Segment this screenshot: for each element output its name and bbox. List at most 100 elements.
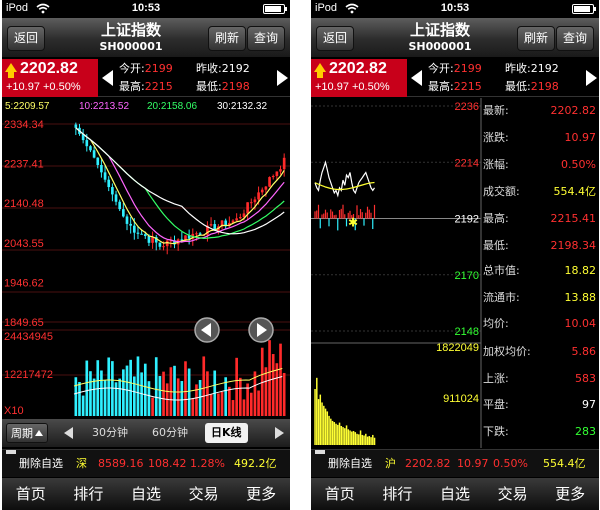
pan-right-icon[interactable] [248, 317, 274, 343]
tab-trade[interactable]: 交易 [175, 478, 233, 510]
volume-bar [365, 433, 367, 445]
volume-bar [103, 380, 107, 416]
volume-bar [352, 431, 355, 445]
page-title: 上证指数 [409, 21, 470, 39]
volume-bar [326, 411, 329, 445]
candle-body [195, 233, 198, 235]
tab-watchlist[interactable]: 自选 [117, 478, 175, 510]
tab-home[interactable]: 首页 [2, 478, 60, 510]
tab-more[interactable]: 更多 [541, 478, 599, 510]
detail-row: 涨幅: 0.50% [483, 158, 596, 171]
minus-icon[interactable] [6, 450, 16, 454]
tab-ranking[interactable]: 排行 [369, 478, 427, 510]
kline-screen: iPod 10:53 返回 上证指数 SH000001 刷新 查询 2202.8… [2, 0, 290, 510]
tab-bar: 首页 排行 自选 交易 更多 [311, 478, 599, 510]
clock: 10:53 [440, 2, 470, 14]
market-pct: 0.50% [493, 457, 528, 470]
prev-stock-arrow-icon[interactable] [411, 70, 422, 86]
volume-bar [323, 405, 325, 445]
candle-body [107, 179, 111, 188]
detail-row: 上涨: 583 [483, 372, 596, 385]
volume-bar [279, 343, 282, 416]
volume-bar [349, 430, 351, 445]
status-bar: iPod 10:53 [311, 0, 599, 18]
volume-tick-label: X10 [4, 405, 24, 416]
volume-bar [176, 378, 180, 416]
period-next-icon[interactable] [275, 427, 284, 439]
volume-bar [114, 382, 118, 416]
price-tick-label: 2043.55 [4, 238, 44, 250]
query-button[interactable]: 查询 [555, 26, 594, 51]
detail-row: 最高: 2215.41 [483, 212, 596, 225]
query-button[interactable]: 查询 [246, 26, 285, 51]
volume-bar [268, 340, 271, 416]
high-price: 最高:2215 [428, 80, 482, 93]
back-button[interactable]: 返回 [316, 26, 355, 51]
tab-30min[interactable]: 30分钟 [92, 423, 128, 443]
volume-bar [184, 361, 187, 416]
tab-home[interactable]: 首页 [311, 478, 369, 510]
volume-bar [173, 365, 176, 416]
market-label: 沪 [385, 457, 396, 470]
period-prev-icon[interactable] [64, 427, 73, 439]
nav-bar: 返回 上证指数 SH000001 刷新 查询 [311, 18, 599, 58]
market-turnover: 492.2亿 [234, 457, 277, 470]
volume-bar [85, 360, 89, 416]
tab-ranking[interactable]: 排行 [60, 478, 118, 510]
volume-bar [372, 434, 374, 445]
volume-tick-label: 24434945 [4, 331, 53, 343]
candle-body [264, 186, 268, 190]
refresh-button[interactable]: 刷新 [207, 26, 246, 51]
price-tick-label: 2334.34 [4, 119, 44, 131]
open-price: 今开:2199 [119, 62, 173, 75]
price-tick-label: 1849.65 [4, 317, 44, 329]
volume-bar [358, 434, 360, 445]
tab-watchlist[interactable]: 自选 [426, 478, 484, 510]
candle-body [257, 192, 260, 200]
next-stock-arrow-icon[interactable] [277, 70, 288, 86]
quote-panel: 2202.82 +10.97 +0.50% 今开:2199 昨收:2192 最高… [311, 59, 599, 97]
low-price: 最低:2198 [196, 80, 250, 93]
remove-watchlist-button[interactable]: 删除自选 [328, 450, 372, 478]
volume-bar [351, 431, 353, 445]
volume-bar [136, 356, 140, 416]
volume-bar [368, 436, 371, 445]
detail-row: 最低: 2198.34 [483, 239, 596, 252]
nav-bar: 返回 上证指数 SH000001 刷新 查询 [2, 18, 290, 58]
volume-bar [257, 390, 260, 416]
volume-bar [231, 400, 235, 416]
current-price: 2202.82 [329, 60, 387, 77]
tab-trade[interactable]: 交易 [484, 478, 542, 510]
tab-daily-kline[interactable]: 日K线 [205, 423, 248, 443]
prev-close: 昨收:2192 [505, 62, 559, 75]
volume-bar [373, 437, 376, 445]
volume-bar [147, 381, 151, 416]
minus-icon[interactable] [315, 450, 325, 454]
price-tick-label: 2237.41 [4, 159, 44, 171]
volume-bar [209, 394, 213, 416]
back-button[interactable]: 返回 [7, 26, 46, 51]
volume-bar [81, 395, 85, 416]
candle-body [125, 216, 129, 224]
volume-bar [154, 357, 158, 416]
next-stock-arrow-icon[interactable] [586, 70, 597, 86]
refresh-button[interactable]: 刷新 [516, 26, 555, 51]
volume-bar [264, 367, 268, 416]
intraday-chart[interactable]: 2236 2214 2192 2170 2148 ✱ 1822049 911024 [311, 98, 483, 448]
stock-code: SH000001 [99, 40, 163, 53]
market-index: 2202.82 [405, 457, 451, 470]
ma30-label: 30:2132.32 [217, 101, 268, 112]
kline-chart[interactable]: 2334.34 2237.41 2140.48 2043.55 1946.62 1849.… [2, 116, 290, 416]
volume-bar [324, 408, 327, 445]
tab-60min[interactable]: 60分钟 [152, 423, 188, 443]
candle-body [151, 237, 154, 243]
price-tick-label: 2148 [455, 326, 479, 338]
quote-panel: 2202.82 +10.97 +0.50% 今开:2199 昨收:2192 最高… [2, 59, 290, 97]
volume-bar [335, 423, 337, 445]
tab-more[interactable]: 更多 [232, 478, 290, 510]
prev-stock-arrow-icon[interactable] [102, 70, 113, 86]
period-button[interactable]: 周期 [6, 423, 48, 443]
pan-left-icon[interactable] [194, 317, 220, 343]
volume-bar [162, 371, 165, 416]
remove-watchlist-button[interactable]: 删除自选 [19, 450, 63, 478]
